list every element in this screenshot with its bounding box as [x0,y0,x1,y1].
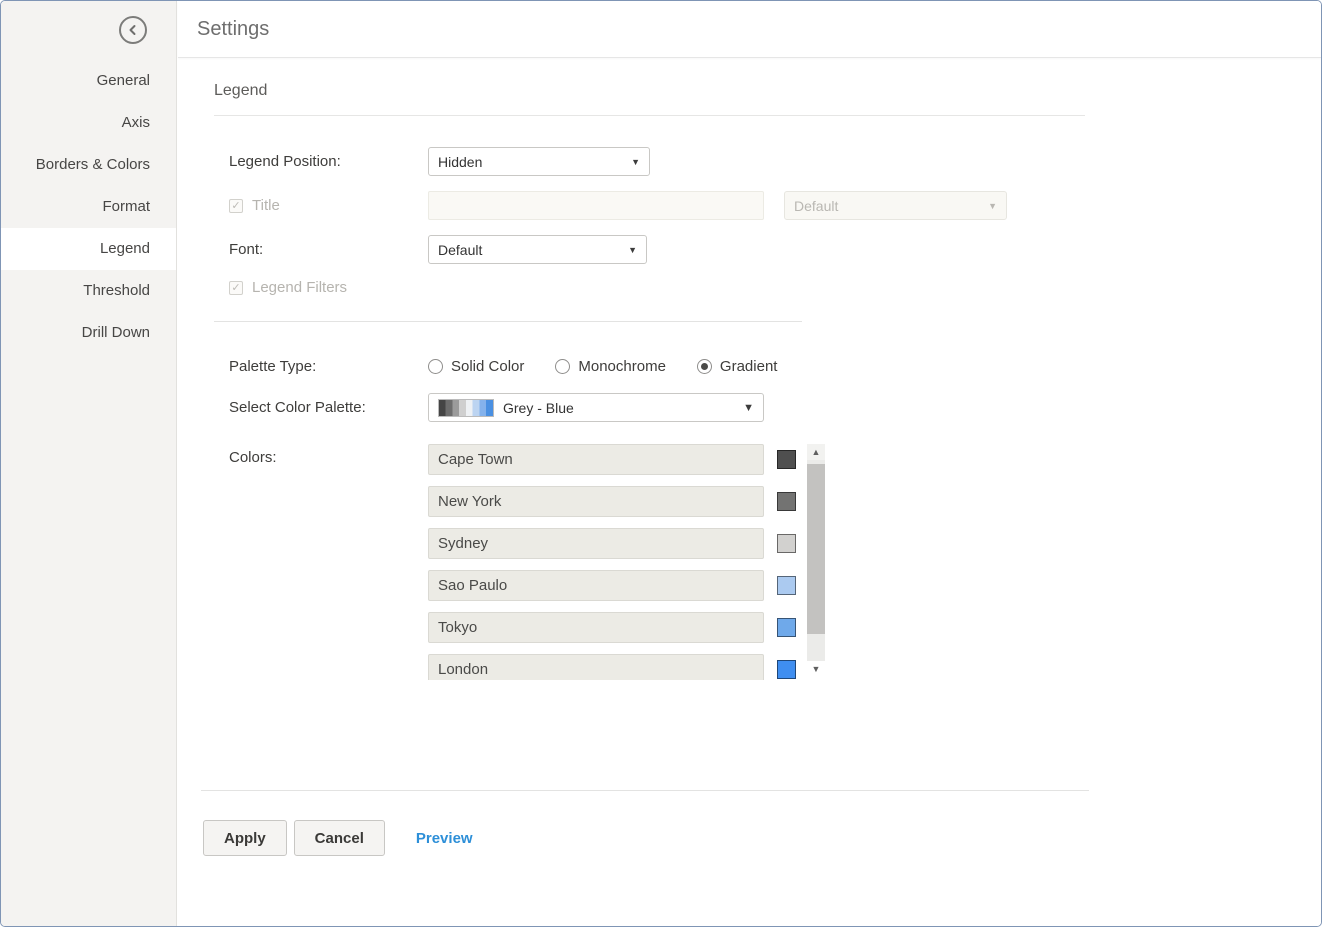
palette-section-divider [214,321,802,322]
palette-type-label: Palette Type: [229,358,428,375]
color-item-sao-paulo: Sao Paulo [428,570,796,601]
color-swatch[interactable] [777,450,796,469]
color-palette-value: Grey - Blue [503,400,574,416]
legend-position-select[interactable]: Hidden ▼ [428,147,650,176]
palette-type-radio-monochrome[interactable]: Monochrome [555,358,666,375]
color-item-new-york: New York [428,486,796,517]
sidebar-item-format[interactable]: Format [1,186,176,228]
color-name-input[interactable]: Cape Town [428,444,764,475]
color-name-input[interactable]: New York [428,486,764,517]
legend-position-value: Hidden [438,154,482,170]
color-palette-select[interactable]: Grey - Blue ▼ [428,393,764,422]
cancel-button[interactable]: Cancel [294,820,385,856]
color-swatch[interactable] [777,534,796,553]
apply-button[interactable]: Apply [203,820,287,856]
main-panel: Settings Legend Legend Position: Hidden … [178,1,1321,926]
font-select[interactable]: Default ▼ [428,235,647,264]
sidebar: GeneralAxisBorders & ColorsFormatLegendT… [1,1,177,926]
palette-gradient-swatch [438,399,494,417]
sidebar-nav: GeneralAxisBorders & ColorsFormatLegendT… [1,60,176,354]
section-divider [214,115,1085,116]
sidebar-item-borders-colors[interactable]: Borders & Colors [1,144,176,186]
page-header: Settings [178,1,1321,58]
color-item-sydney: Sydney [428,528,796,559]
legend-title-input [428,191,764,220]
colors-area: Cape Town New York Sydney Sao Paulo Tokyo Lon… [428,444,825,680]
title-label-group: ✓ Title [229,197,428,214]
colors-row: Colors: Cape Town New York Sydney Sao Paulo… [229,444,1321,680]
legend-filters-group: ✓ Legend Filters [229,279,347,296]
footer-actions: Apply Cancel Preview [203,820,1321,856]
colors-scrollbar: ▲ ▼ [807,444,825,677]
sidebar-back-area [1,1,176,60]
font-value: Default [438,242,482,258]
colors-list: Cape Town New York Sydney Sao Paulo Tokyo Lon… [428,444,796,680]
palette-type-radio-solid-color[interactable]: Solid Color [428,358,524,375]
color-palette-row: Select Color Palette: Grey - Blue ▼ [229,393,1321,422]
back-button[interactable] [119,16,147,44]
color-name-input[interactable]: Tokyo [428,612,764,643]
footer-divider [201,790,1089,791]
section-title: Legend [214,82,1321,100]
sidebar-item-legend[interactable]: Legend [1,228,176,270]
dropdown-arrow-icon: ▼ [743,402,754,414]
color-swatch[interactable] [777,660,796,679]
radio-label: Monochrome [578,358,666,375]
legend-filters-row: ✓ Legend Filters [229,279,1321,296]
scrollbar-thumb[interactable] [807,464,825,634]
dropdown-arrow-icon: ▼ [628,245,637,255]
legend-position-label: Legend Position: [229,153,428,170]
legend-filters-checkbox: ✓ [229,281,243,295]
color-name-input[interactable]: London [428,654,764,680]
color-name-input[interactable]: Sydney [428,528,764,559]
sidebar-item-general[interactable]: General [1,60,176,102]
radio-icon [697,359,712,374]
color-item-cape-town: Cape Town [428,444,796,475]
radio-icon [555,359,570,374]
scrollbar-down-icon[interactable]: ▼ [807,661,825,677]
legend-title-row: ✓ Title Default ▼ [229,191,1321,220]
palette-type-row: Palette Type: Solid Color Monochrome Gradi… [229,358,1321,375]
page-title: Settings [197,18,269,41]
preview-link[interactable]: Preview [416,830,473,847]
legend-filters-label: Legend Filters [252,279,347,296]
title-style-value: Default [794,198,838,214]
radio-label: Gradient [720,358,778,375]
palette-type-radio-gradient[interactable]: Gradient [697,358,778,375]
color-swatch[interactable] [777,576,796,595]
color-item-london: London [428,654,796,680]
font-label: Font: [229,241,428,258]
color-name-input[interactable]: Sao Paulo [428,570,764,601]
title-label: Title [252,197,280,214]
dropdown-arrow-icon: ▼ [988,201,997,211]
color-palette-label: Select Color Palette: [229,399,428,416]
scrollbar-track[interactable] [807,460,825,661]
radio-icon [428,359,443,374]
settings-window: GeneralAxisBorders & ColorsFormatLegendT… [0,0,1322,927]
color-swatch[interactable] [777,492,796,511]
chevron-left-icon [127,24,139,36]
scrollbar-up-icon[interactable]: ▲ [807,444,825,460]
legend-position-row: Legend Position: Hidden ▼ [229,147,1321,176]
color-item-tokyo: Tokyo [428,612,796,643]
title-style-select: Default ▼ [784,191,1007,220]
title-checkbox: ✓ [229,199,243,213]
color-swatch[interactable] [777,618,796,637]
radio-label: Solid Color [451,358,524,375]
dropdown-arrow-icon: ▼ [631,157,640,167]
sidebar-item-drill-down[interactable]: Drill Down [1,312,176,354]
colors-label: Colors: [229,444,428,466]
sidebar-item-axis[interactable]: Axis [1,102,176,144]
sidebar-item-threshold[interactable]: Threshold [1,270,176,312]
palette-type-options: Solid Color Monochrome Gradient [428,358,808,375]
font-row: Font: Default ▼ [229,235,1321,264]
